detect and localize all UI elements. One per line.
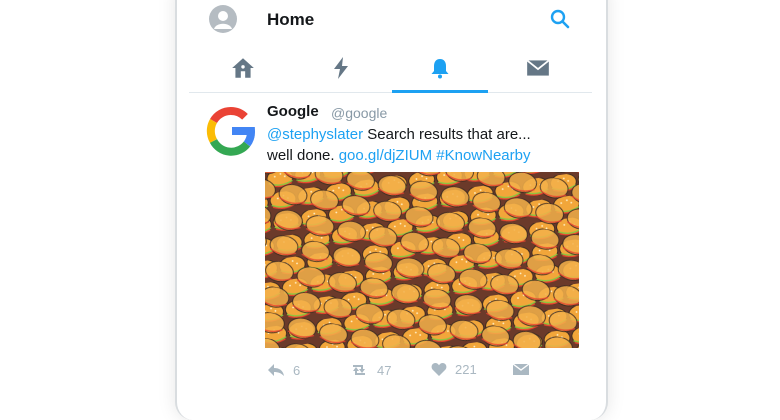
profile-avatar-icon[interactable]	[209, 5, 237, 33]
tab-moments[interactable]	[292, 44, 390, 92]
like-button[interactable]: 221	[431, 362, 477, 377]
tab-messages[interactable]	[489, 44, 587, 92]
tweet-actions: 6 47 221	[267, 362, 567, 382]
tweet-text-line1: Search results that are...	[363, 126, 531, 143]
hashtag-link[interactable]: #KnowNearby	[436, 147, 530, 164]
tweet-card[interactable]: Google @google @stephyslater Search resu…	[189, 93, 592, 420]
burger-pattern-image	[265, 172, 579, 348]
mention-link[interactable]: @stephyslater	[267, 126, 363, 143]
top-app-bar: Home	[189, 0, 592, 44]
home-icon	[232, 58, 254, 78]
google-logo-icon[interactable]	[205, 105, 257, 157]
direct-message-button[interactable]	[512, 362, 530, 377]
phone-frame: Home Google @google @stephyslater Search…	[175, 0, 608, 420]
tab-home[interactable]	[194, 44, 292, 92]
tweet-text: @stephyslater Search results that are...…	[267, 124, 577, 166]
reply-button[interactable]: 6	[267, 362, 300, 378]
bell-icon	[431, 59, 449, 79]
tweet-author[interactable]: Google	[267, 103, 319, 120]
reply-icon	[268, 364, 284, 376]
envelope-icon	[512, 363, 530, 375]
page-title: Home	[267, 10, 315, 29]
heart-icon	[431, 363, 447, 376]
like-count: 221	[455, 362, 477, 377]
search-icon[interactable]	[549, 8, 571, 30]
url-link[interactable]: goo.gl/djZIUM	[339, 147, 432, 164]
retweet-button[interactable]: 47	[349, 362, 391, 378]
envelope-icon	[526, 59, 550, 76]
tweet-text-line2: well done.	[267, 147, 339, 164]
tweet-handle[interactable]: @google	[331, 105, 387, 121]
lightning-icon	[334, 57, 348, 79]
retweet-count: 47	[377, 362, 392, 378]
reply-count: 6	[293, 362, 301, 378]
tweet-image[interactable]	[265, 172, 579, 348]
retweet-icon	[353, 365, 365, 375]
app-screen: Home Google @google @stephyslater Search…	[189, 0, 592, 420]
tab-bar	[189, 44, 592, 93]
tab-notifications[interactable]	[391, 44, 489, 93]
